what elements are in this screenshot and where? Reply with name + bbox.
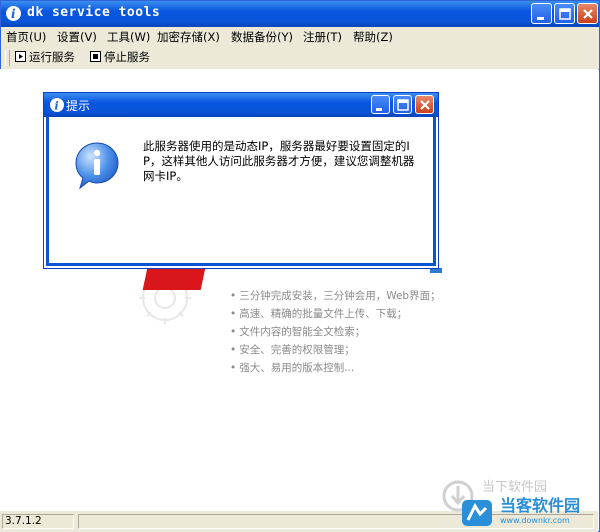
stop-icon <box>90 51 101 62</box>
dialog-maximize-button[interactable] <box>393 95 412 114</box>
menu-tools[interactable]: 工具(W) <box>107 29 150 45</box>
svg-text:i: i <box>55 100 59 113</box>
title-bar[interactable]: i dk service tools <box>1 1 599 27</box>
feature-list: • 三分钟完成安装，三分钟会用，Web界面； • 高速、精确的批量文件上传、下载； … <box>230 288 441 378</box>
run-service-label: 运行服务 <box>29 50 75 64</box>
menu-help[interactable]: 帮助(Z) <box>353 29 393 45</box>
info-bubble-icon <box>75 142 119 190</box>
maximize-icon <box>397 99 409 111</box>
dialog-title-bar[interactable]: i 提示 <box>44 93 438 117</box>
dialog-close-button[interactable] <box>415 95 434 114</box>
maximize-button[interactable] <box>554 3 575 24</box>
stop-service-button[interactable]: 停止服务 <box>90 49 150 67</box>
menu-encrypted-storage[interactable]: 加密存储(X) <box>157 29 220 45</box>
svg-text:i: i <box>11 7 16 21</box>
close-icon <box>420 100 430 110</box>
maximize-icon <box>559 8 571 20</box>
menu-bar: 首页(U) 设置(V) 工具(W) 加密存储(X) 数据备份(Y) 注册(T) … <box>1 27 599 48</box>
dialog-minimize-button[interactable] <box>371 95 390 114</box>
app-info-icon: i <box>6 6 21 21</box>
dialog-title: 提示 <box>66 99 91 113</box>
menu-settings[interactable]: 设置(V) <box>57 29 97 45</box>
watermark-brand: 当客软件园 <box>500 496 581 515</box>
watermark-url: www.downkr.com <box>500 516 570 525</box>
logo-red-fragment <box>142 268 206 290</box>
toolbar-grip[interactable] <box>5 50 10 66</box>
feature-item: • 安全、完善的权限管理； <box>230 344 355 356</box>
close-icon <box>583 9 593 19</box>
play-icon <box>15 51 26 62</box>
dialog-info-icon: i <box>50 98 64 113</box>
toolbar: 运行服务 停止服务 <box>1 47 599 70</box>
feature-item: • 高速、精确的批量文件上传、下载； <box>230 308 408 320</box>
dialog-message: 此服务器使用的是动态IP，服务器最好要设置固定的IP，这样其他人访问此服务器才方… <box>143 139 415 183</box>
feature-item: • 三分钟完成安装，三分钟会用，Web界面； <box>230 290 441 302</box>
feature-item: • 强大、易用的版本控制... <box>230 362 355 374</box>
download-logo-icon <box>442 480 492 526</box>
dialog-body: 此服务器使用的是动态IP，服务器最好要设置固定的IP，这样其他人访问此服务器才方… <box>46 117 436 266</box>
menu-register[interactable]: 注册(T) <box>303 29 342 45</box>
minimize-icon <box>537 17 544 20</box>
close-button[interactable] <box>577 3 598 24</box>
minimize-icon <box>376 108 382 111</box>
menu-home[interactable]: 首页(U) <box>6 29 46 45</box>
version-label: 3.7.1.2 <box>2 514 74 529</box>
feature-item: • 文件内容的智能全文检索； <box>230 326 366 338</box>
prompt-dialog: i 提示 此服务器使用的是动态IP，服务器最好要设置固定的IP，这样其他人访问此… <box>43 92 439 269</box>
menu-data-backup[interactable]: 数据备份(Y) <box>231 29 293 45</box>
run-service-button[interactable]: 运行服务 <box>15 49 75 67</box>
minimize-button[interactable] <box>531 3 552 24</box>
window-title: dk service tools <box>27 5 161 20</box>
stop-service-label: 停止服务 <box>104 50 150 64</box>
